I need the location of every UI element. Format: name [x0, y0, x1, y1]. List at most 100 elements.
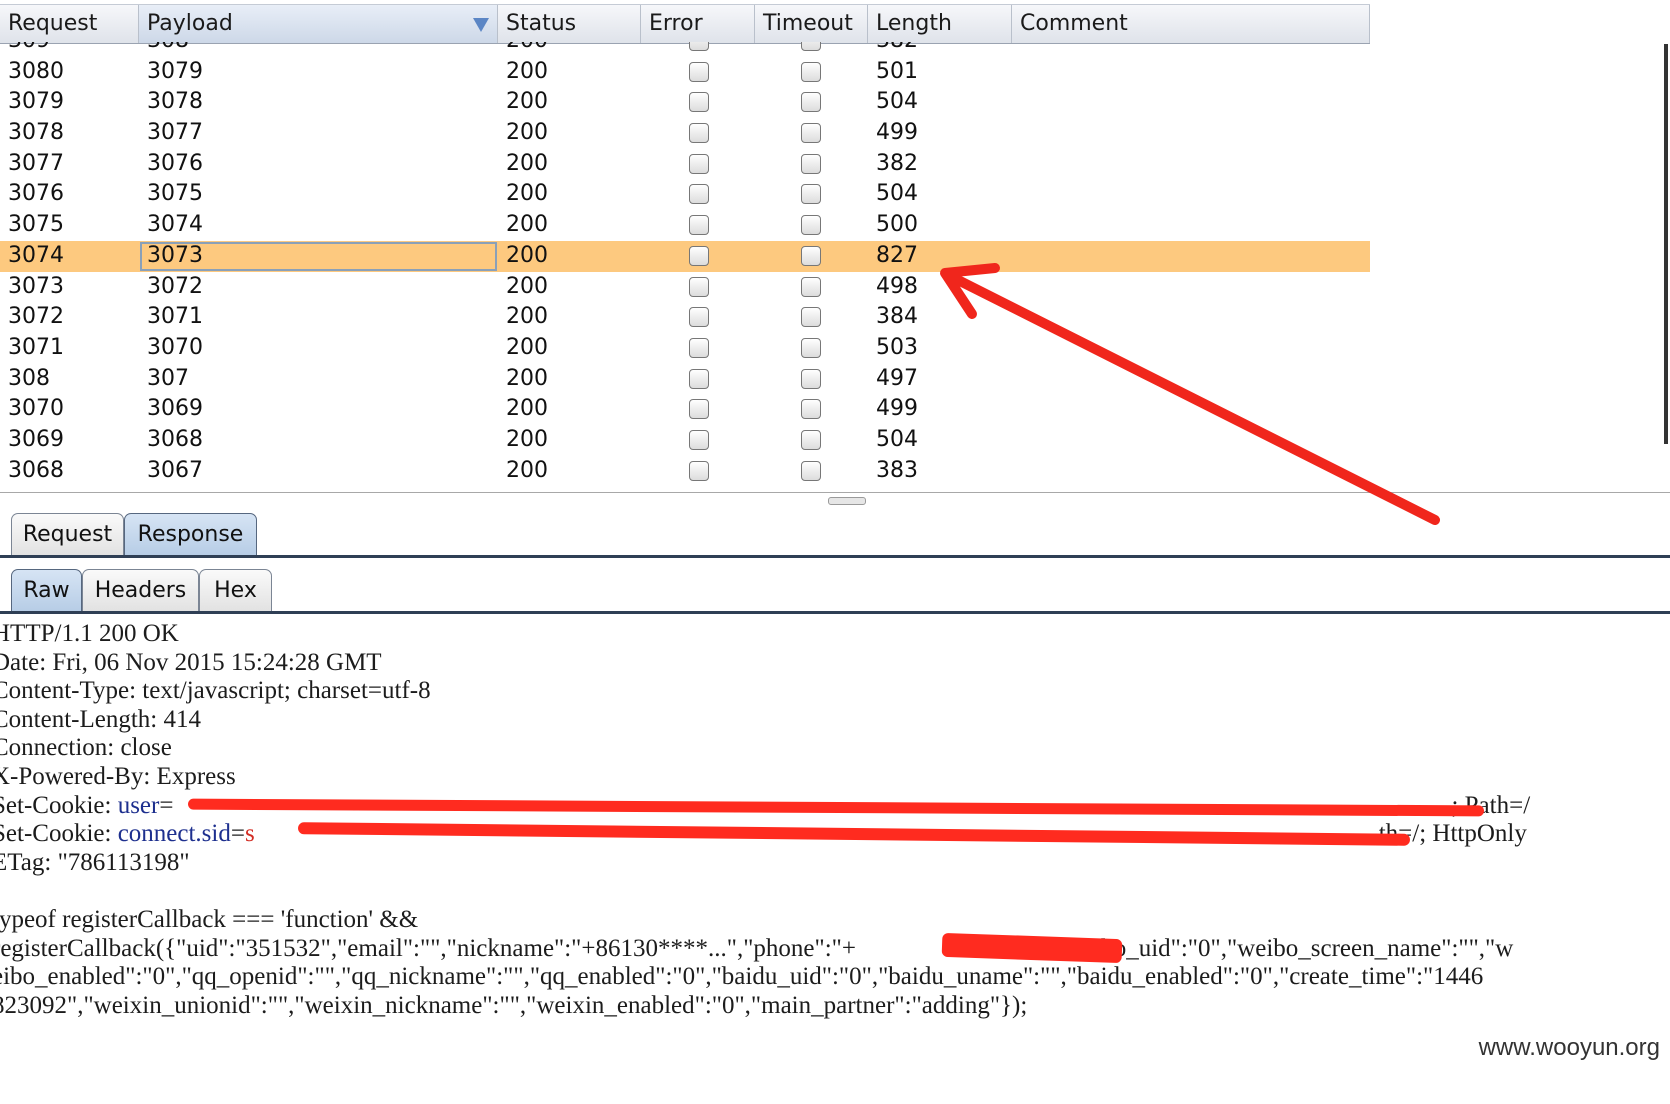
- cell-length: 382: [868, 42, 1012, 57]
- cell-error: [641, 210, 755, 241]
- table-row[interactable]: 3068 3067 200 383: [0, 456, 1370, 487]
- error-checkbox[interactable]: [689, 245, 709, 266]
- cell-status: 200: [506, 58, 548, 84]
- cell-error: [641, 179, 755, 210]
- cell-length: 382: [876, 150, 918, 176]
- error-checkbox[interactable]: [689, 153, 709, 174]
- error-checkbox[interactable]: [689, 276, 709, 297]
- table-row[interactable]: 3076 3075 200 504: [0, 179, 1370, 210]
- vertical-scrollbar[interactable]: [1664, 44, 1668, 444]
- table-row[interactable]: 309308200 382: [0, 42, 1370, 57]
- status-line: HTTP/1.1 200 OK: [0, 620, 179, 647]
- timeout-checkbox[interactable]: [801, 429, 821, 450]
- error-checkbox[interactable]: [689, 337, 709, 358]
- cell-timeout: [755, 118, 868, 149]
- table-row[interactable]: 3080 3079 200 501: [0, 57, 1370, 88]
- table-row[interactable]: 3071 3070 200 503: [0, 333, 1370, 364]
- header-date: Date: Fri, 06 Nov 2015 15:24:28 GMT: [0, 648, 382, 676]
- table-row-selected[interactable]: 3074 3073 200 827: [0, 240, 1370, 272]
- error-checkbox[interactable]: [689, 460, 709, 481]
- cell-request: 3074: [8, 242, 64, 268]
- error-checkbox[interactable]: [689, 123, 709, 144]
- table-row[interactable]: 3078 3077 200 499: [0, 118, 1370, 149]
- table-row[interactable]: 3072 3071 200 384: [0, 302, 1370, 333]
- cell-timeout: [755, 87, 868, 118]
- tab-hex[interactable]: Hex: [199, 569, 272, 611]
- cell-comment: [1012, 210, 1370, 241]
- cell-comment: [1012, 87, 1370, 118]
- header-powered-by: X-Powered-By: Express: [0, 763, 236, 790]
- error-checkbox[interactable]: [689, 215, 709, 236]
- cell-request: 3068: [8, 457, 64, 483]
- table-row[interactable]: 3075 3074 200 500: [0, 210, 1370, 241]
- cell-error: [641, 42, 755, 57]
- cell-status: 200: [506, 212, 548, 238]
- cell-status: 200: [506, 120, 548, 146]
- timeout-checkbox[interactable]: [801, 61, 821, 82]
- table-row[interactable]: 3079 3078 200 504: [0, 87, 1370, 118]
- cell-request: 3070: [8, 396, 64, 422]
- cell-payload: 3075: [147, 181, 203, 207]
- timeout-checkbox[interactable]: [801, 123, 821, 144]
- split-pane-handle[interactable]: [828, 497, 866, 505]
- cell-timeout: [755, 394, 868, 425]
- tab-raw[interactable]: Raw: [11, 569, 82, 611]
- cell-length: 499: [876, 396, 918, 422]
- body-line-3: eibo_enabled":"0","qq_openid":"","qq_nic…: [0, 963, 1484, 991]
- timeout-checkbox[interactable]: [801, 42, 821, 51]
- cell-payload: 308: [139, 42, 498, 57]
- cell-timeout: [755, 210, 868, 241]
- column-header-length[interactable]: Length: [868, 5, 1012, 43]
- column-header-payload[interactable]: Payload: [139, 5, 498, 43]
- cell-payload: 3077: [147, 120, 203, 146]
- cell-payload: 3074: [147, 212, 203, 238]
- cell-request: 3069: [8, 426, 64, 452]
- cell-comment: [1012, 118, 1370, 149]
- cookie-value-start: s: [244, 820, 255, 848]
- timeout-checkbox[interactable]: [801, 153, 821, 174]
- column-header-error[interactable]: Error: [641, 5, 755, 43]
- timeout-checkbox[interactable]: [801, 276, 821, 297]
- column-header-status[interactable]: Status: [498, 5, 641, 43]
- table-row[interactable]: 3070 3069 200 499: [0, 394, 1370, 425]
- cell-comment: [1012, 272, 1370, 303]
- timeout-checkbox[interactable]: [801, 307, 821, 328]
- error-checkbox[interactable]: [689, 429, 709, 450]
- cell-request: 3075: [8, 212, 64, 238]
- column-header-timeout[interactable]: Timeout: [755, 5, 868, 43]
- error-checkbox[interactable]: [689, 307, 709, 328]
- cell-timeout: [755, 425, 868, 456]
- timeout-checkbox[interactable]: [801, 184, 821, 205]
- timeout-checkbox[interactable]: [801, 215, 821, 236]
- timeout-checkbox[interactable]: [801, 368, 821, 389]
- timeout-checkbox[interactable]: [801, 337, 821, 358]
- timeout-checkbox[interactable]: [801, 245, 821, 266]
- timeout-checkbox[interactable]: [801, 92, 821, 113]
- header-etag: ETag: "786113198": [0, 848, 190, 876]
- timeout-checkbox[interactable]: [801, 460, 821, 481]
- error-checkbox[interactable]: [689, 42, 709, 51]
- cell-timeout: [755, 179, 868, 210]
- column-header-comment[interactable]: Comment: [1012, 5, 1370, 43]
- watermark: www.wooyun.org: [1478, 1034, 1660, 1061]
- cell-comment: [1012, 333, 1370, 364]
- table-row[interactable]: 308 307 200 497: [0, 364, 1370, 395]
- error-checkbox[interactable]: [689, 399, 709, 420]
- table-row[interactable]: 3073 3072 200 498: [0, 272, 1370, 303]
- table-row[interactable]: 3069 3068 200 504: [0, 425, 1370, 456]
- cell-comment: [1012, 42, 1370, 57]
- tab-response[interactable]: Response: [124, 513, 257, 555]
- error-checkbox[interactable]: [689, 368, 709, 389]
- table-row[interactable]: 3077 3076 200 382: [0, 149, 1370, 180]
- column-header-request[interactable]: Request: [0, 5, 139, 43]
- error-checkbox[interactable]: [689, 184, 709, 205]
- tab-headers[interactable]: Headers: [82, 569, 199, 611]
- cell-length: 504: [876, 426, 918, 452]
- body-line-1: typeof registerCallback === 'function' &…: [0, 906, 419, 933]
- cell-timeout: [755, 456, 868, 487]
- timeout-checkbox[interactable]: [801, 399, 821, 420]
- error-checkbox[interactable]: [689, 92, 709, 113]
- tab-request[interactable]: Request: [11, 513, 124, 555]
- error-checkbox[interactable]: [689, 61, 709, 82]
- cell-status: 200: [506, 365, 548, 391]
